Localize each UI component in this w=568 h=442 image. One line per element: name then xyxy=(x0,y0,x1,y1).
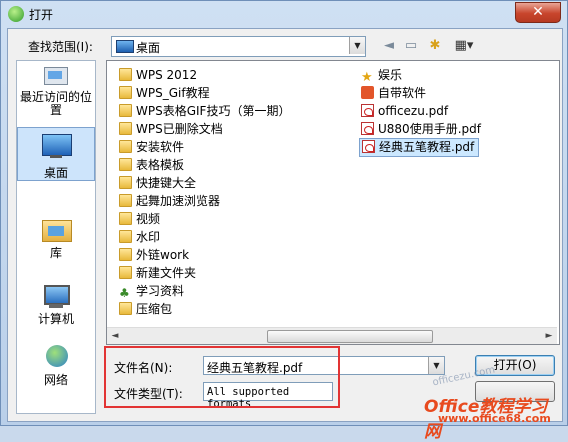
place-desktop-label: 桌面 xyxy=(43,166,68,180)
folder-icon xyxy=(119,194,132,207)
app-icon xyxy=(8,6,24,22)
list-item-selected[interactable]: 经典五笔教程.pdf xyxy=(359,138,480,157)
folder-icon xyxy=(119,140,132,153)
folder-icon xyxy=(119,68,132,81)
list-item[interactable]: 自带软件 xyxy=(361,85,426,102)
place-libraries[interactable]: 库 xyxy=(17,216,95,261)
list-item[interactable]: 视频 xyxy=(119,211,160,228)
lookin-label: 查找范围(I): xyxy=(28,40,93,54)
network-icon xyxy=(40,343,72,371)
list-item[interactable]: 表格模板 xyxy=(119,157,184,174)
dialog-body: 查找范围(I): 桌面 ▼ ◄ ▭ ✱ ▦▾ 最近访问的位置 桌面 库 计算机 … xyxy=(7,28,563,442)
library-icon xyxy=(40,216,72,244)
pdf-icon xyxy=(361,104,374,117)
place-desktop[interactable]: 桌面 xyxy=(17,127,95,181)
view-menu-icon[interactable]: ▦▾ xyxy=(450,38,478,54)
places-bar: 最近访问的位置 桌面 库 计算机 网络 xyxy=(16,60,96,414)
annotation-highlight-box xyxy=(104,346,340,408)
title-bar: 打开 ✕ xyxy=(1,1,567,27)
tree-icon: ♣ xyxy=(119,286,130,300)
scroll-left-icon[interactable]: ◄ xyxy=(107,328,123,344)
file-list[interactable]: WPS 2012 WPS_Gif教程 WPS表格GIF技巧（第一期） WPS已删… xyxy=(106,60,560,345)
new-folder-icon[interactable]: ✱ xyxy=(426,38,444,54)
list-item[interactable]: WPS表格GIF技巧（第一期） xyxy=(119,103,290,120)
desktop-icon xyxy=(116,40,134,53)
list-item[interactable]: U880使用手册.pdf xyxy=(361,121,481,138)
up-folder-icon[interactable]: ▭ xyxy=(402,38,420,54)
lookin-combo[interactable]: 桌面 ▼ xyxy=(111,36,366,57)
pdf-icon xyxy=(362,140,375,153)
place-libraries-label: 库 xyxy=(49,246,62,260)
list-item[interactable]: 新建文件夹 xyxy=(119,265,196,282)
folder-icon xyxy=(119,176,132,189)
back-icon[interactable]: ◄ xyxy=(380,38,398,54)
list-item[interactable]: WPS已删除文档 xyxy=(119,121,223,138)
place-recent-label: 最近访问的位置 xyxy=(19,90,92,117)
lookin-value: 桌面 xyxy=(136,41,161,55)
place-computer-label: 计算机 xyxy=(37,312,74,326)
list-item[interactable]: 水印 xyxy=(119,229,160,246)
scrollbar-thumb[interactable] xyxy=(267,330,433,343)
folder-icon xyxy=(119,86,132,99)
chevron-down-icon[interactable]: ▼ xyxy=(428,357,444,374)
folder-icon xyxy=(119,158,132,171)
folder-icon xyxy=(119,248,132,261)
list-item[interactable]: 起舞加速浏览器 xyxy=(119,193,220,210)
window-title: 打开 xyxy=(29,8,54,22)
pdf-icon xyxy=(361,122,374,135)
folder-icon xyxy=(119,230,132,243)
folder-icon xyxy=(119,266,132,279)
place-network-label: 网络 xyxy=(43,373,68,387)
star-icon: ★ xyxy=(361,70,373,85)
horizontal-scrollbar[interactable]: ◄ ► xyxy=(107,327,557,344)
recent-places-icon xyxy=(40,63,72,91)
list-item[interactable]: 外链work xyxy=(119,247,189,264)
list-item[interactable]: 快捷键大全 xyxy=(119,175,196,192)
list-item[interactable]: 安装软件 xyxy=(119,139,184,156)
place-computer[interactable]: 计算机 xyxy=(17,282,95,327)
list-item[interactable]: 压缩包 xyxy=(119,301,172,318)
place-network[interactable]: 网络 xyxy=(17,343,95,388)
watermark-url: www.office68.com xyxy=(438,412,551,425)
folder-icon xyxy=(119,302,132,315)
list-item[interactable]: WPS 2012 xyxy=(119,67,197,84)
chevron-down-icon[interactable]: ▼ xyxy=(349,37,365,54)
list-item[interactable]: ♣ 学习资料 xyxy=(119,283,184,300)
desktop-icon xyxy=(40,132,72,160)
list-item[interactable]: ★ 娱乐 xyxy=(361,67,402,84)
folder-icon xyxy=(119,104,132,117)
place-recent[interactable]: 最近访问的位置 xyxy=(17,63,95,117)
open-dialog: 打开 ✕ 查找范围(I): 桌面 ▼ ◄ ▭ ✱ ▦▾ 最近访问的位置 桌面 库… xyxy=(0,0,568,442)
close-button[interactable]: ✕ xyxy=(515,2,561,23)
folder-icon xyxy=(119,212,132,225)
computer-icon xyxy=(40,282,72,310)
scroll-right-icon[interactable]: ► xyxy=(541,328,557,344)
list-item[interactable]: officezu.pdf xyxy=(361,103,448,120)
folder-icon xyxy=(119,122,132,135)
list-item[interactable]: WPS_Gif教程 xyxy=(119,85,210,102)
office-app-icon xyxy=(361,86,374,99)
